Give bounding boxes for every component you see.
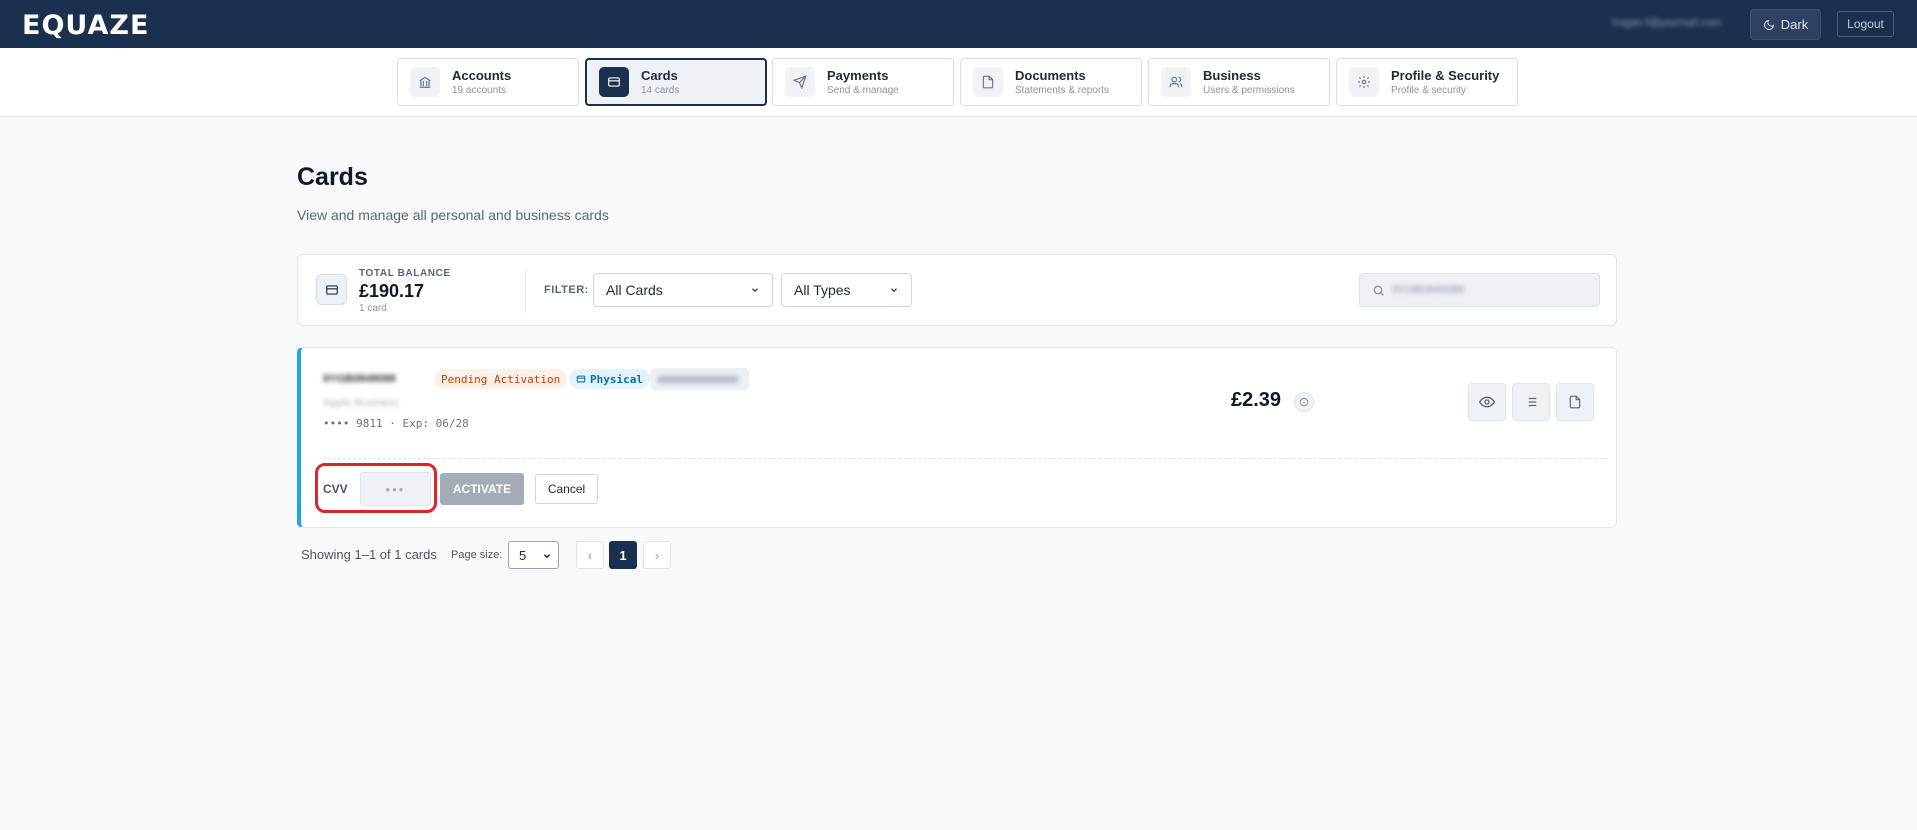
- gear-icon: [1349, 67, 1379, 97]
- search-value: 9YGB0849088: [1392, 284, 1465, 296]
- redacted-badge: [650, 368, 749, 390]
- top-bar: EQUAZE hogan.f@pazmail.com Dark Logout: [0, 0, 1917, 48]
- prev-page-button[interactable]: ‹: [576, 541, 604, 569]
- transactions-button[interactable]: [1512, 383, 1550, 421]
- main-nav: Accounts 19 accounts Cards 14 cards Paym…: [0, 48, 1917, 117]
- total-balance-count: 1 card: [359, 303, 387, 314]
- card-row[interactable]: 9YGB0849088 Pending Activation Physical …: [297, 347, 1617, 528]
- eye-icon: [1479, 396, 1495, 408]
- wallet-card-icon: [316, 274, 347, 305]
- tab-payments[interactable]: Payments Send & manage: [772, 58, 954, 106]
- tab-accounts-title: Accounts: [452, 67, 512, 83]
- filter-bar: TOTAL BALANCE £190.17 1 card FILTER: All…: [297, 254, 1617, 326]
- tab-documents-sub: Statements & reports: [1015, 84, 1109, 96]
- tab-accounts[interactable]: Accounts 19 accounts: [397, 58, 579, 106]
- total-balance-amount: £190.17: [359, 281, 425, 301]
- tab-business[interactable]: Business Users & permissions: [1148, 58, 1330, 106]
- chevron-down-icon: [891, 288, 897, 293]
- card-name: 9YGB0849088: [323, 373, 396, 385]
- page-size-value: 5: [519, 547, 527, 563]
- view-details-button[interactable]: [1468, 383, 1506, 421]
- page-title: Cards: [297, 163, 368, 191]
- status-badge: Pending Activation: [434, 369, 568, 389]
- search-input[interactable]: 9YGB0849088: [1359, 273, 1600, 307]
- chevron-down-icon: [752, 288, 758, 293]
- moon-icon: [1763, 19, 1774, 30]
- page-size-label: Page size:: [451, 549, 503, 561]
- type-badge-label: Physical: [590, 372, 643, 386]
- next-page-button[interactable]: ›: [643, 541, 671, 569]
- divider: [323, 458, 1607, 459]
- send-icon: [785, 67, 815, 97]
- list-icon: [1528, 397, 1537, 407]
- dark-mode-label: Dark: [1780, 17, 1809, 32]
- card-balance: £2.39: [1231, 389, 1282, 411]
- cancel-button[interactable]: Cancel: [535, 474, 598, 504]
- info-icon[interactable]: [1294, 392, 1314, 412]
- bank-icon: [410, 67, 440, 97]
- card-holder: Apple Business: [323, 397, 399, 409]
- tab-documents-title: Documents: [1015, 67, 1086, 83]
- logo[interactable]: EQUAZE: [22, 10, 149, 41]
- card-filter-select[interactable]: All Cards: [593, 273, 773, 307]
- search-icon: [1373, 285, 1384, 296]
- tab-business-sub: Users & permissions: [1203, 84, 1295, 96]
- page-1-button[interactable]: 1: [609, 541, 637, 569]
- card-icon: [599, 67, 629, 97]
- tab-payments-sub: Send & manage: [827, 84, 899, 96]
- activate-button[interactable]: ACTIVATE: [440, 473, 524, 505]
- card-icon: [576, 375, 586, 383]
- type-badge: Physical: [569, 369, 650, 389]
- dark-mode-button[interactable]: Dark: [1750, 9, 1821, 40]
- page-subtitle: View and manage all personal and busines…: [297, 207, 609, 223]
- document-icon: [1569, 395, 1581, 409]
- chevron-down-icon: [544, 554, 550, 559]
- highlight-annotation: [315, 463, 437, 513]
- page-size-select[interactable]: 5: [508, 541, 559, 569]
- logout-button[interactable]: Logout: [1837, 11, 1894, 37]
- showing-count: Showing 1–1 of 1 cards: [301, 547, 437, 562]
- tab-profile-security-title: Profile & Security: [1391, 67, 1500, 83]
- divider: [525, 269, 526, 313]
- tab-profile-security[interactable]: Profile & Security Profile & security: [1336, 58, 1518, 106]
- statement-button[interactable]: [1556, 383, 1594, 421]
- document-icon: [973, 67, 1003, 97]
- tab-documents[interactable]: Documents Statements & reports: [960, 58, 1142, 106]
- type-filter-value: All Types: [794, 282, 851, 298]
- filter-label: FILTER:: [544, 284, 589, 296]
- tab-payments-title: Payments: [827, 67, 889, 83]
- total-balance-label: TOTAL BALANCE: [359, 268, 451, 279]
- tab-cards-sub: 14 cards: [641, 84, 680, 96]
- tab-business-title: Business: [1203, 67, 1261, 83]
- type-filter-select[interactable]: All Types: [781, 273, 912, 307]
- card-number: •••• 9811 · Exp: 06/28: [323, 417, 469, 430]
- tab-accounts-sub: 19 accounts: [452, 84, 506, 96]
- card-filter-value: All Cards: [606, 282, 663, 298]
- tab-cards-title: Cards: [641, 67, 678, 83]
- users-icon: [1161, 67, 1191, 97]
- tab-profile-security-sub: Profile & security: [1391, 84, 1467, 96]
- user-email: hogan.f@pazmail.com: [1612, 17, 1722, 29]
- tab-cards[interactable]: Cards 14 cards: [585, 58, 767, 106]
